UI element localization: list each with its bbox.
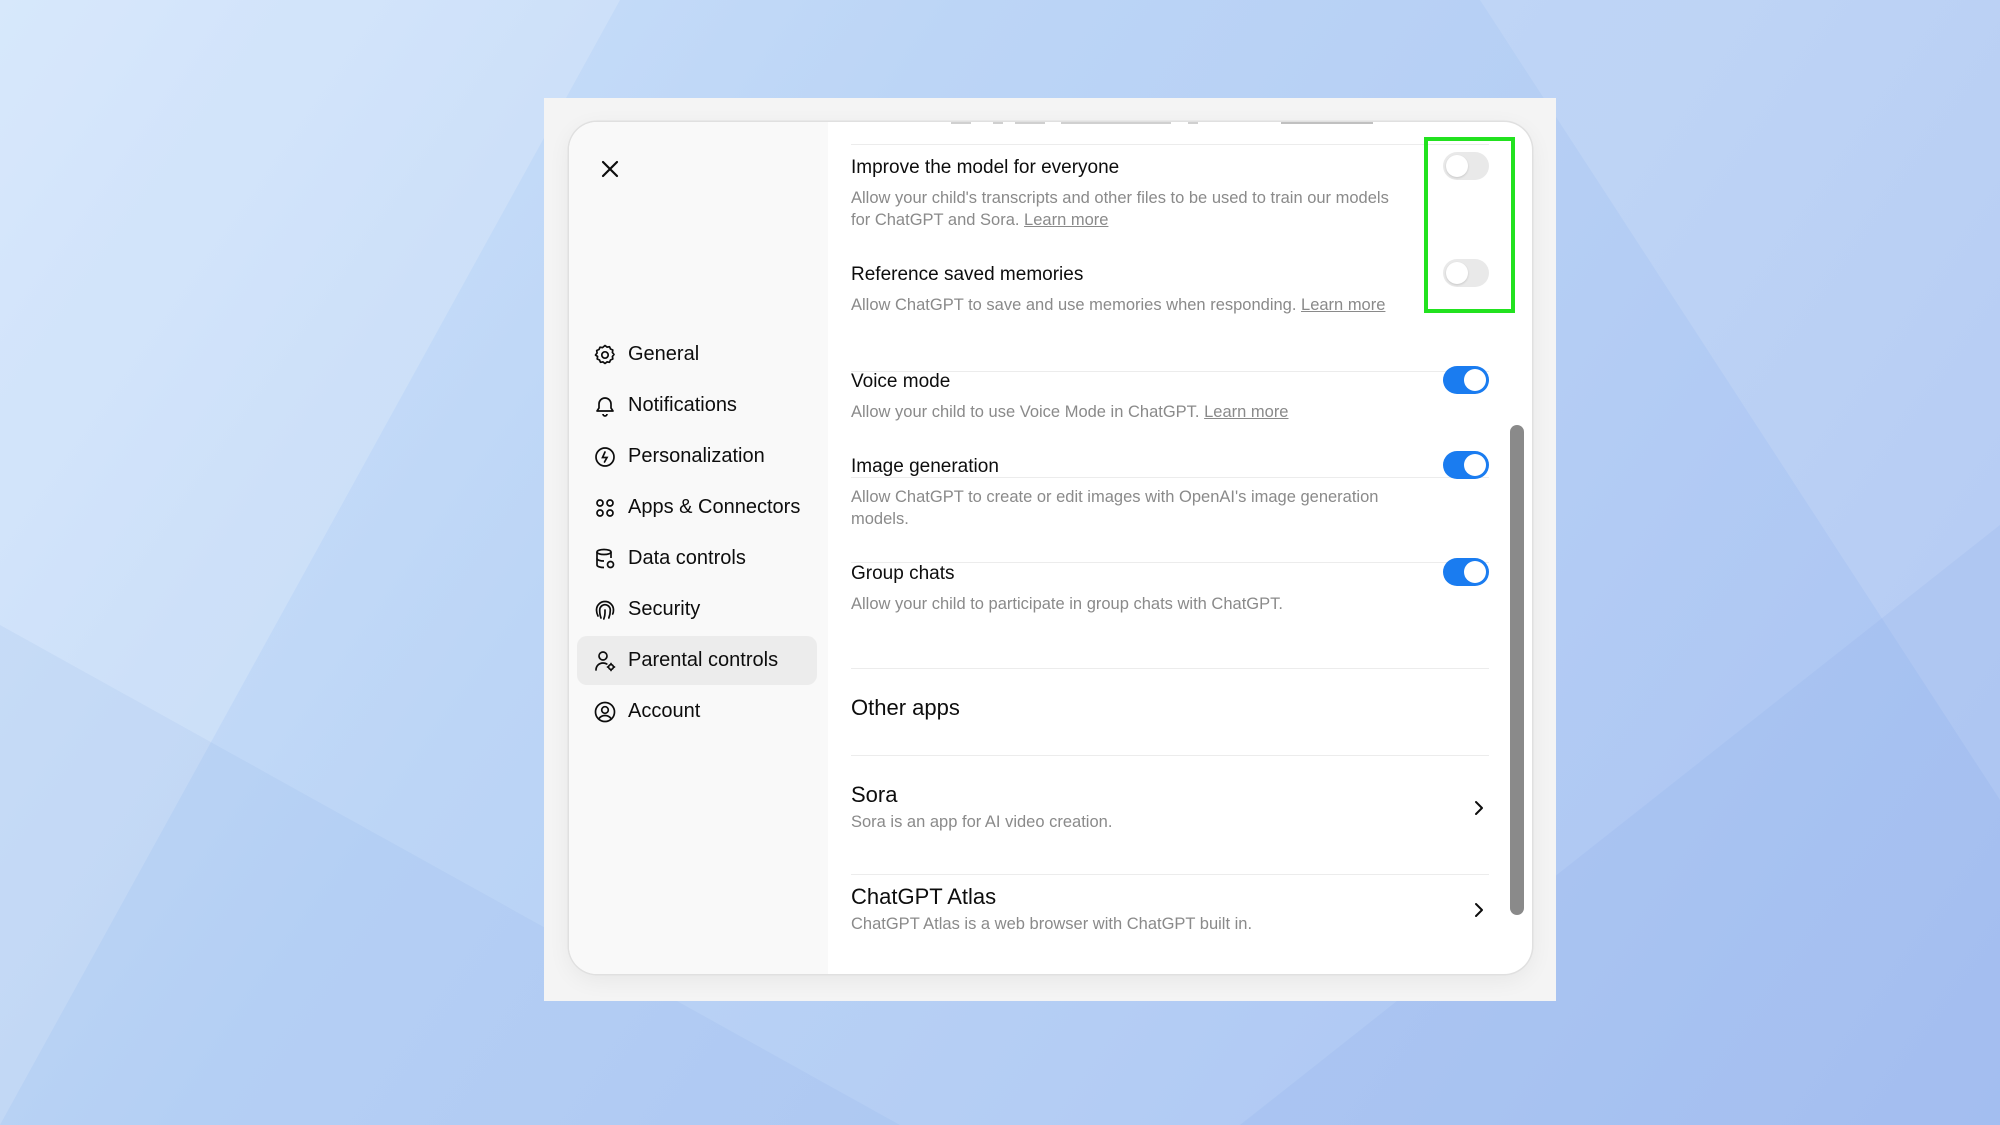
- chevron-right-icon[interactable]: [1469, 798, 1489, 818]
- sidebar-item-label: Account: [628, 700, 701, 722]
- sidebar-item-label: Personalization: [628, 445, 765, 467]
- chevron-right-icon[interactable]: [1469, 900, 1489, 920]
- setting-title: Reference saved memories: [851, 264, 1084, 285]
- close-icon: [601, 160, 619, 178]
- sidebar-item-label: Security: [628, 598, 701, 620]
- app-title: ChatGPT Atlas: [851, 884, 997, 909]
- setting-description: Allow your child to use Voice Mode in Ch…: [851, 403, 1289, 421]
- divider: [851, 144, 1489, 145]
- voice-mode-toggle[interactable]: [1443, 366, 1489, 394]
- sidebar-item-label: General: [628, 343, 700, 365]
- sidebar-item-personalization[interactable]: Personalization: [577, 432, 817, 481]
- settings-nav: General Notifications Personalization Ap…: [577, 330, 817, 738]
- learn-more-link[interactable]: Learn more: [1204, 403, 1288, 421]
- sidebar-item-apps-connectors[interactable]: Apps & Connectors: [577, 483, 817, 532]
- section-heading-other-apps: Other apps: [851, 695, 960, 720]
- group-chats-toggle[interactable]: [1443, 558, 1489, 586]
- setting-title: Voice mode: [851, 371, 951, 392]
- parental-user-icon: [593, 649, 617, 673]
- setting-description: Allow ChatGPT to save and use memories w…: [851, 296, 1386, 314]
- settings-sidebar: General Notifications Personalization Ap…: [569, 122, 828, 974]
- learn-more-link[interactable]: Learn more: [1301, 296, 1385, 314]
- settings-dialog: General Notifications Personalization Ap…: [569, 122, 1532, 974]
- sidebar-item-general[interactable]: General: [577, 330, 817, 379]
- sidebar-item-security[interactable]: Security: [577, 585, 817, 634]
- close-button[interactable]: [593, 152, 627, 186]
- app-description: ChatGPT Atlas is a web browser with Chat…: [851, 915, 1253, 933]
- personalization-icon: [593, 445, 617, 469]
- sidebar-item-label: Notifications: [628, 394, 737, 416]
- bell-icon: [593, 394, 617, 418]
- setting-voice-mode: Voice mode Allow your child to use Voice…: [851, 366, 1489, 441]
- database-icon: [593, 547, 617, 571]
- setting-title: Group chats: [851, 563, 955, 584]
- divider: [851, 755, 1489, 756]
- setting-title: Image generation: [851, 456, 999, 477]
- setting-title: Improve the model for everyone: [851, 157, 1120, 178]
- setting-description: Allow ChatGPT to create or edit images w…: [851, 488, 1379, 528]
- setting-description: Allow your child to participate in group…: [851, 595, 1283, 613]
- divider: [851, 874, 1489, 875]
- background-shape: [1480, 0, 2000, 800]
- sidebar-item-label: Apps & Connectors: [628, 496, 801, 518]
- app-row-chatgpt-atlas[interactable]: ChatGPT Atlas ChatGPT Atlas is a web bro…: [851, 884, 1489, 944]
- account-circle-icon: [593, 700, 617, 724]
- setting-reference-memories: Reference saved memories Allow ChatGPT t…: [851, 259, 1489, 364]
- app-description: Sora is an app for AI video creation.: [851, 813, 1113, 831]
- fingerprint-icon: [593, 598, 617, 622]
- reference-memories-toggle[interactable]: [1443, 259, 1489, 287]
- apps-grid-icon: [593, 496, 617, 520]
- app-title: Sora: [851, 782, 898, 807]
- gear-icon: [593, 343, 617, 367]
- divider: [851, 668, 1489, 669]
- learn-more-link[interactable]: Learn more: [1024, 211, 1108, 229]
- setting-improve-model: Improve the model for everyone Allow you…: [851, 152, 1489, 257]
- sidebar-item-label: Data controls: [628, 547, 746, 569]
- image-generation-toggle[interactable]: [1443, 451, 1489, 479]
- sidebar-item-data-controls[interactable]: Data controls: [577, 534, 817, 583]
- sidebar-item-notifications[interactable]: Notifications: [577, 381, 817, 430]
- setting-description: Allow your child's transcripts and other…: [851, 189, 1389, 229]
- improve-model-toggle[interactable]: [1443, 152, 1489, 180]
- sidebar-item-label: Parental controls: [628, 649, 779, 671]
- app-row-sora[interactable]: Sora Sora is an app for AI video creatio…: [851, 782, 1489, 842]
- setting-group-chats: Group chats Allow your child to particip…: [851, 558, 1489, 633]
- sidebar-item-account[interactable]: Account: [577, 687, 817, 736]
- setting-image-generation: Image generation Allow ChatGPT to create…: [851, 451, 1489, 546]
- settings-content: Improve the model for everyone Allow you…: [828, 122, 1532, 974]
- scrollbar[interactable]: [1510, 425, 1524, 915]
- sidebar-item-parental-controls[interactable]: Parental controls: [577, 636, 817, 685]
- scrolled-text-remnant: [951, 122, 1381, 124]
- background-shape: [0, 0, 620, 1125]
